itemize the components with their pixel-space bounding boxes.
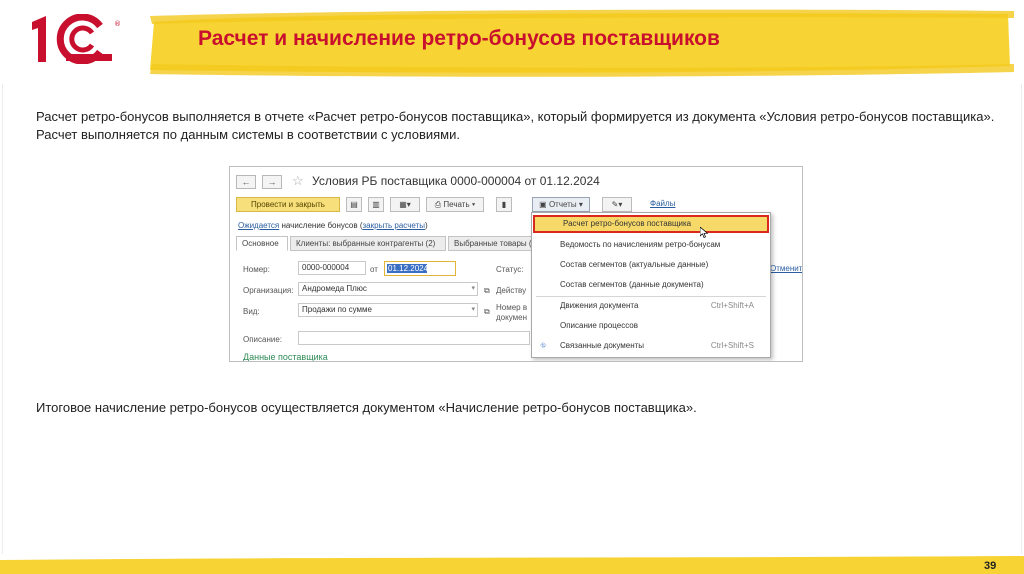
date-value: 01.12.2024 [387,264,429,273]
status-label: Статус: [496,265,524,274]
page-number: 39 [984,560,997,572]
contract-label-2: докумен [496,313,527,322]
valid-label: Действу [496,286,527,295]
menu-item-label: Связанные документы [560,341,645,350]
menu-item-retro-bonus-calc[interactable]: Расчет ретро-бонусов поставщика [533,215,769,233]
status-text-end: ) [424,221,428,230]
cancel-link[interactable]: Отменит [770,264,802,273]
menu-item-label: Описание процессов [560,321,638,330]
document-title: Условия РБ поставщика 0000-000004 от 01.… [312,174,600,188]
reports-button[interactable]: ▣ Отчеты ▾ [532,197,590,212]
print-button[interactable]: ⎙ Печать ▾ [426,197,484,212]
tab-products[interactable]: Выбранные товары (2 [448,236,540,251]
description-label: Описание: [243,335,283,344]
open-icon[interactable]: ⧉ [484,307,490,317]
menu-item-label: Движения документа [560,301,639,310]
page-title: Расчет и начисление ретро-бонусов постав… [198,27,720,50]
menu-item-accrual-statement[interactable]: Ведомость по начислениям ретро-бонусам [532,236,770,254]
date-from-label: от [370,265,378,274]
menu-item-label: Ведомость по начислениям ретро-бонусам [560,240,721,249]
bottom-paragraph: Итоговое начисление ретро-бонусов осущес… [36,400,697,415]
files-link[interactable]: Файлы [650,199,675,208]
star-icon[interactable]: ☆ [292,173,304,189]
organization-value: Андромеда Плюс [302,284,367,293]
print-label: Печать [443,200,470,209]
date-field[interactable]: 01.12.2024 [384,261,456,276]
number-label: Номер: [243,265,270,274]
registered-mark: ® [114,20,121,28]
status-link[interactable]: Ожидается [238,221,279,230]
kind-value: Продажи по сумме [302,305,372,314]
onec-logo-icon [32,13,112,65]
menu-item-label: Состав сегментов (актуальные данные) [560,260,709,269]
chevron-down-icon: ▾ [471,285,475,292]
shortcut-label: Ctrl+Shift+S [710,341,754,350]
post-icon[interactable]: ▥ [368,197,384,212]
menu-item-document-movements[interactable]: Движения документа Ctrl+Shift+A [532,297,770,315]
menu-item-label: Расчет ретро-бонусов поставщика [563,219,692,228]
mouse-cursor-icon [700,227,708,238]
printer-icon: ⎙ [434,200,442,209]
organization-field[interactable]: Андромеда Плюс ▾ [298,282,478,296]
menu-item-segments-actual[interactable]: Состав сегментов (актуальные данные) [532,256,770,274]
shortcut-label: Ctrl+Shift+A [710,301,754,310]
menu-item-label: Состав сегментов (данные документа) [560,280,704,289]
forward-button[interactable]: → [262,175,282,189]
organization-label: Организация: [243,286,294,295]
back-button[interactable]: ← [236,175,256,189]
reports-label: Отчеты [548,200,577,209]
chevron-down-icon: ▾ [471,306,475,313]
menu-item-related-documents[interactable]: ⛗ Связанные документы Ctrl+Shift+S [532,337,770,355]
contract-label-1: Номер в [496,303,528,312]
document-screenshot: ← → ☆ Условия РБ поставщика 0000-000004 … [229,166,803,362]
tab-clients[interactable]: Клиенты: выбранные контрагенты (2) [290,236,446,251]
post-and-close-button[interactable]: Провести и закрыть [236,197,340,212]
kind-field[interactable]: Продажи по сумме ▾ [298,303,478,317]
tab-main[interactable]: Основное [236,236,288,251]
save-icon[interactable]: ▤ [346,197,362,212]
menu-item-process-description[interactable]: Описание процессов [532,317,770,335]
close-calculations-link[interactable]: закрыть расчеты [363,221,425,230]
status-text: начисление бонусов ( [279,221,363,230]
reports-icon: ▣ [539,200,547,209]
reports-menu: Расчет ретро-бонусов поставщика Ведомост… [531,212,771,358]
delete-icon[interactable]: ▮ [496,197,512,212]
kind-label: Вид: [243,307,260,316]
supplier-data-link[interactable]: Данные поставщика [243,352,328,361]
description-field[interactable] [298,331,530,345]
brand-logo: ® [22,13,122,70]
open-icon[interactable]: ⧉ [484,286,490,296]
bottom-banner [0,556,1024,574]
attach-icon[interactable]: ✎▾ [602,197,632,212]
related-documents-icon: ⛗ [540,341,547,350]
number-field[interactable]: 0000-000004 [298,261,366,275]
intro-paragraph: Расчет ретро-бонусов выполняется в отчет… [36,109,995,142]
create-based-icon[interactable]: ▦▾ [390,197,420,212]
status-link-row: Ожидается начисление бонусов (закрыть ра… [238,221,428,230]
menu-item-segments-document[interactable]: Состав сегментов (данные документа) [532,276,770,294]
